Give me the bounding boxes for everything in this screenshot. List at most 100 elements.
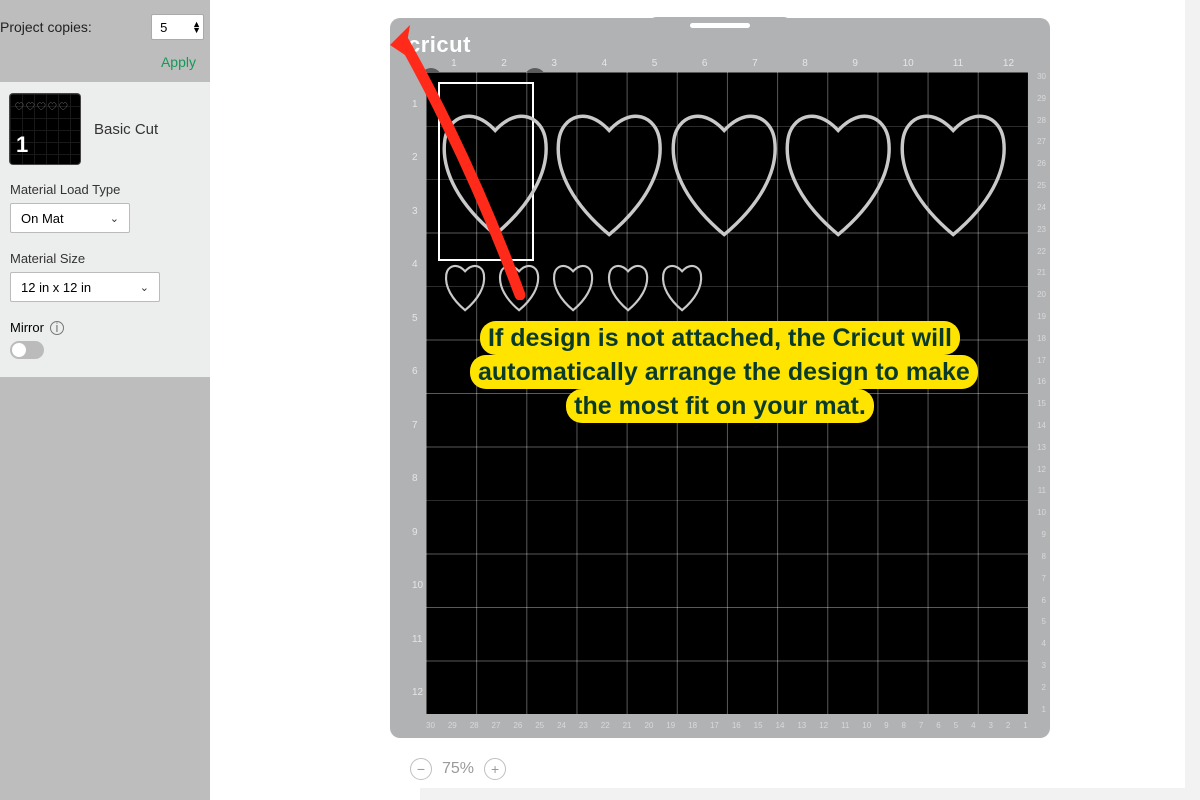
mat-thumbnail[interactable]: 1 bbox=[10, 94, 80, 164]
ruler-tick: 12 bbox=[1030, 465, 1046, 474]
ruler-tick: 2 bbox=[1006, 721, 1010, 730]
ruler-tick: 15 bbox=[754, 721, 763, 730]
ruler-tick: 3 bbox=[1030, 661, 1046, 670]
ruler-tick: 1 bbox=[451, 58, 457, 69]
ruler-tick: 19 bbox=[666, 721, 675, 730]
heart-shape[interactable] bbox=[438, 261, 492, 312]
heart-shape[interactable] bbox=[601, 261, 655, 312]
apply-row: Apply bbox=[0, 54, 210, 82]
ruler-left: 123456789101112 bbox=[412, 72, 426, 714]
info-icon[interactable]: i bbox=[50, 321, 64, 335]
ruler-tick: 20 bbox=[1030, 290, 1046, 299]
ruler-tick: 5 bbox=[1030, 617, 1046, 626]
apply-button[interactable]: Apply bbox=[161, 54, 196, 70]
chevron-down-icon: ⌄ bbox=[140, 281, 149, 294]
ruler-tick: 26 bbox=[1030, 159, 1046, 168]
material-load-select[interactable]: On Mat ⌄ bbox=[10, 203, 130, 233]
ruler-bottom-cm: 3029282726252423222120191817161514131211… bbox=[426, 721, 1028, 730]
project-copies-input[interactable]: ▲▼ bbox=[151, 14, 204, 40]
main-area: cricut ⋯ ↻ 123456789101112 1234567891011… bbox=[210, 0, 1200, 800]
ruler-tick: 16 bbox=[732, 721, 741, 730]
ruler-tick: 6 bbox=[702, 58, 708, 69]
ruler-tick: 10 bbox=[903, 58, 914, 69]
heart-shape[interactable] bbox=[667, 85, 781, 258]
material-size-label: Material Size bbox=[10, 251, 200, 266]
ruler-tick: 25 bbox=[1030, 181, 1046, 190]
mirror-label: Mirror bbox=[10, 320, 44, 335]
ruler-tick: 11 bbox=[1030, 486, 1046, 495]
ruler-tick: 17 bbox=[1030, 356, 1046, 365]
ruler-tick: 29 bbox=[1030, 94, 1046, 103]
ruler-tick: 13 bbox=[1030, 443, 1046, 452]
ruler-tick: 2 bbox=[501, 58, 507, 69]
ruler-tick: 5 bbox=[954, 721, 958, 730]
ruler-right-cm: 3029282726252423222120191817161514131211… bbox=[1030, 72, 1046, 714]
zoom-control: − 75% + bbox=[410, 758, 506, 780]
vertical-scrollbar[interactable] bbox=[1185, 0, 1200, 800]
ruler-tick: 4 bbox=[971, 721, 975, 730]
ruler-tick: 28 bbox=[470, 721, 479, 730]
ruler-tick: 9 bbox=[852, 58, 858, 69]
ruler-tick: 9 bbox=[412, 527, 418, 538]
ruler-tick: 7 bbox=[1030, 574, 1046, 583]
horizontal-scrollbar[interactable] bbox=[420, 788, 1200, 800]
ruler-tick: 11 bbox=[953, 58, 963, 69]
mat-name: Basic Cut bbox=[94, 121, 158, 138]
ruler-tick: 29 bbox=[448, 721, 457, 730]
ruler-tick: 17 bbox=[710, 721, 719, 730]
sidebar: Project copies: ▲▼ Apply bbox=[0, 0, 210, 800]
ruler-tick: 4 bbox=[1030, 639, 1046, 648]
heart-shape[interactable] bbox=[896, 85, 1010, 258]
ruler-tick: 30 bbox=[1030, 72, 1046, 81]
ruler-tick: 16 bbox=[1030, 377, 1046, 386]
ruler-tick: 18 bbox=[688, 721, 697, 730]
zoom-in-button[interactable]: + bbox=[484, 758, 506, 780]
ruler-tick: 13 bbox=[797, 721, 806, 730]
ruler-tick: 25 bbox=[535, 721, 544, 730]
heart-shape[interactable] bbox=[438, 85, 552, 258]
ruler-tick: 3 bbox=[988, 721, 992, 730]
ruler-tick: 21 bbox=[1030, 268, 1046, 277]
annotation-callout: If design is not attached, the Cricut wi… bbox=[460, 320, 980, 425]
mirror-row: Mirror i bbox=[10, 320, 200, 335]
material-load-label: Material Load Type bbox=[10, 182, 200, 197]
ruler-tick: 12 bbox=[1003, 58, 1014, 69]
ruler-tick: 8 bbox=[902, 721, 906, 730]
heart-shape[interactable] bbox=[492, 261, 546, 312]
heart-shape[interactable] bbox=[655, 261, 709, 312]
ruler-tick: 7 bbox=[919, 721, 923, 730]
ruler-tick: 2 bbox=[1030, 683, 1046, 692]
mirror-toggle[interactable] bbox=[10, 341, 44, 359]
ruler-tick: 4 bbox=[602, 58, 608, 69]
ruler-tick: 10 bbox=[1030, 508, 1046, 517]
app-root: Project copies: ▲▼ Apply bbox=[0, 0, 1200, 800]
heart-shape[interactable] bbox=[552, 85, 666, 258]
ruler-tick: 30 bbox=[426, 721, 435, 730]
ruler-tick: 1 bbox=[412, 99, 418, 110]
ruler-tick: 22 bbox=[1030, 247, 1046, 256]
stepper-icon[interactable]: ▲▼ bbox=[188, 21, 201, 33]
ruler-tick: 10 bbox=[862, 721, 871, 730]
mat-number: 1 bbox=[16, 132, 28, 158]
ruler-tick: 8 bbox=[1030, 552, 1046, 561]
ruler-tick: 9 bbox=[884, 721, 888, 730]
project-copies-value[interactable] bbox=[160, 20, 188, 35]
zoom-out-button[interactable]: − bbox=[410, 758, 432, 780]
ruler-tick: 6 bbox=[1030, 596, 1046, 605]
heart-shape[interactable] bbox=[546, 261, 600, 312]
annotation-text: If design is not attached, the Cricut wi… bbox=[470, 321, 978, 423]
zoom-value: 75% bbox=[442, 760, 474, 778]
ruler-tick: 7 bbox=[412, 420, 418, 431]
ruler-tick: 15 bbox=[1030, 399, 1046, 408]
ruler-tick: 24 bbox=[1030, 203, 1046, 212]
material-size-select[interactable]: 12 in x 12 in ⌄ bbox=[10, 272, 160, 302]
ruler-tick: 4 bbox=[412, 259, 418, 270]
ruler-tick: 3 bbox=[412, 206, 418, 217]
heart-shape[interactable] bbox=[781, 85, 895, 258]
ruler-tick: 26 bbox=[513, 721, 522, 730]
ruler-top: 123456789101112 bbox=[426, 58, 1028, 72]
ruler-tick: 6 bbox=[412, 366, 418, 377]
sidebar-panel: 1 Basic Cut Material Load Type On Mat ⌄ … bbox=[0, 82, 210, 377]
ruler-tick: 20 bbox=[644, 721, 653, 730]
ruler-tick: 6 bbox=[936, 721, 940, 730]
